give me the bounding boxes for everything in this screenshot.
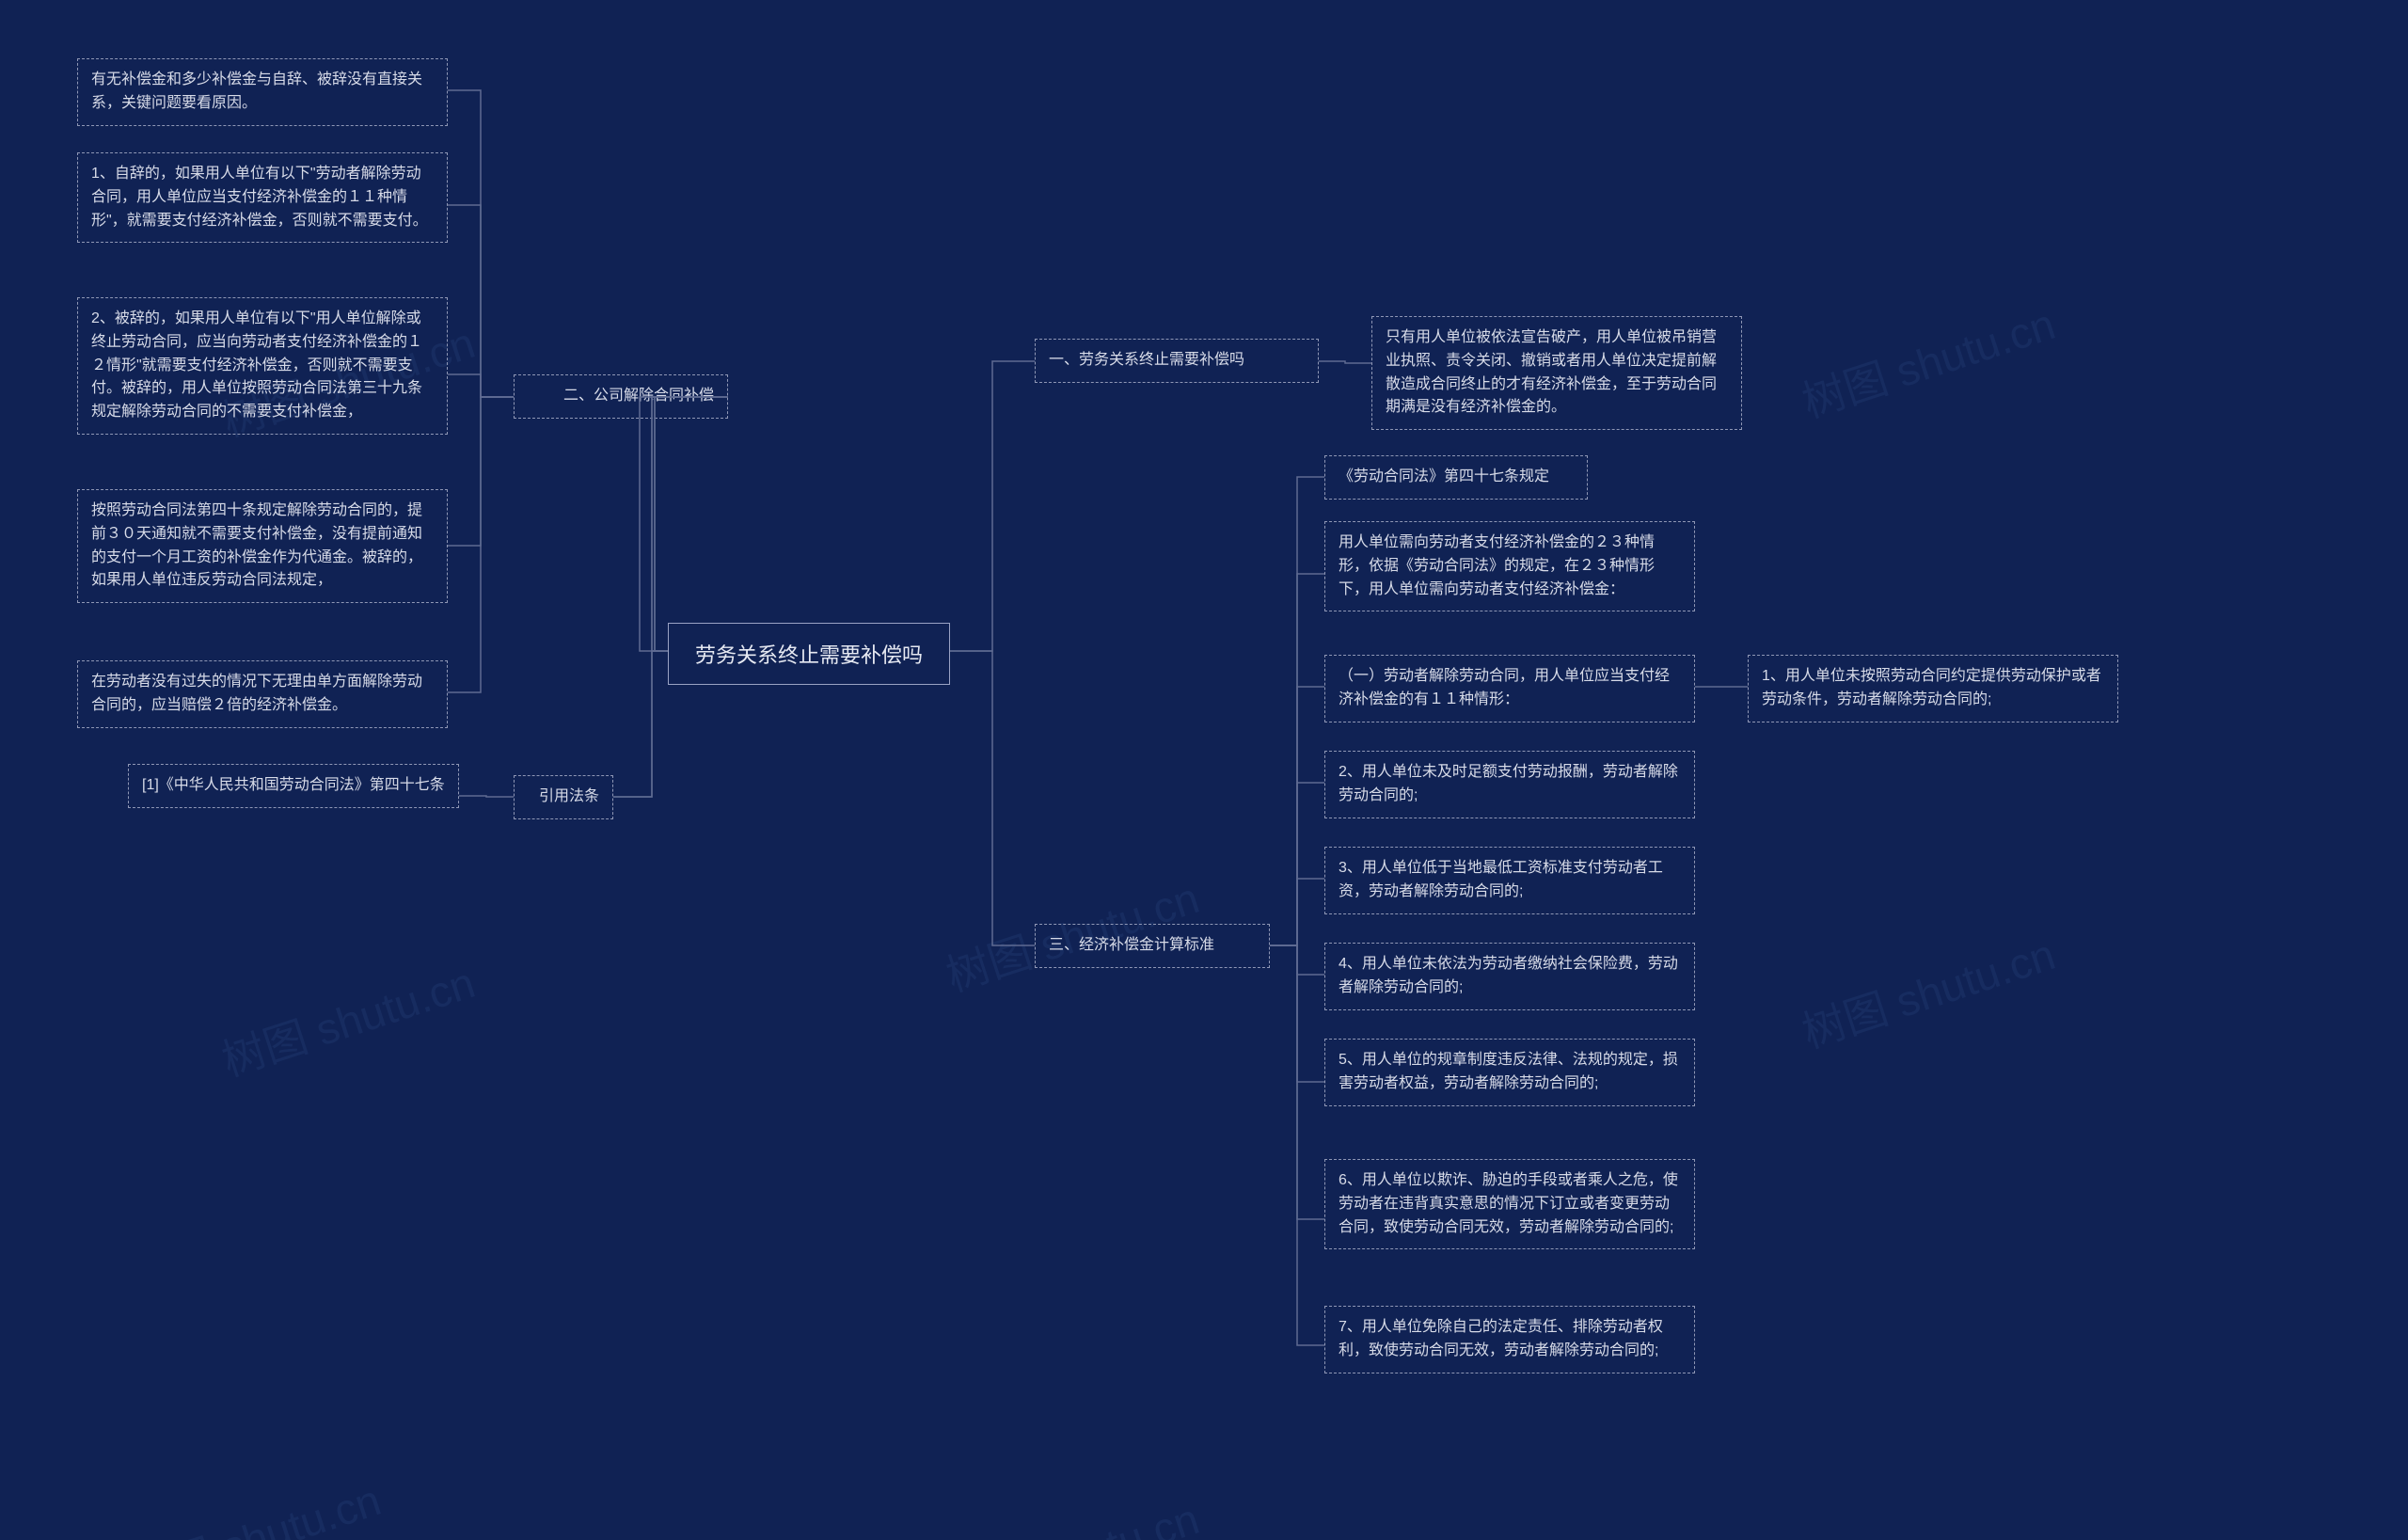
watermark: 树图 shutu.cn <box>119 1467 388 1540</box>
branch-3-label: 三、经济补偿金计算标准 <box>1035 924 1270 968</box>
branch-3-item-8: 6、用人单位以欺诈、胁迫的手段或者乘人之危，使劳动者在违背真实意思的情况下订立或… <box>1324 1159 1695 1249</box>
branch-3-item-6: 4、用人单位未依法为劳动者缴纳社会保险费，劳动者解除劳动合同的; <box>1324 943 1695 1010</box>
branch-3-item-5: 3、用人单位低于当地最低工资标准支付劳动者工资，劳动者解除劳动合同的; <box>1324 847 1695 914</box>
watermark: 树图 shutu.cn <box>1794 291 2062 431</box>
branch-2-label: 二、公司解除合同补偿 <box>514 374 728 419</box>
branch-2-item-2: 1、自辞的，如果用人单位有以下"劳动者解除劳动合同，用人单位应当支付经济补偿金的… <box>77 152 448 243</box>
branch-ref-child: [1]《中华人民共和国劳动合同法》第四十七条 <box>128 764 459 808</box>
branch-2-item-3: 2、被辞的，如果用人单位有以下"用人单位解除或终止劳动合同，应当向劳动者支付经济… <box>77 297 448 435</box>
branch-2-item-5: 在劳动者没有过失的情况下无理由单方面解除劳动合同的，应当赔偿２倍的经济补偿金。 <box>77 660 448 728</box>
watermark: 树图 shutu.cn <box>214 949 482 1089</box>
branch-2-item-1: 有无补偿金和多少补偿金与自辞、被辞没有直接关系，关键问题要看原因。 <box>77 58 448 126</box>
branch-3-item-3-child: 1、用人单位未按照劳动合同约定提供劳动保护或者劳动条件，劳动者解除劳动合同的; <box>1748 655 2118 722</box>
branch-1-label: 一、劳务关系终止需要补偿吗 <box>1035 339 1319 383</box>
branch-3-item-4: 2、用人单位未及时足额支付劳动报酬，劳动者解除劳动合同的; <box>1324 751 1695 818</box>
branch-3-item-7: 5、用人单位的规章制度违反法律、法规的规定，损害劳动者权益，劳动者解除劳动合同的… <box>1324 1039 1695 1106</box>
branch-3-item-1: 《劳动合同法》第四十七条规定 <box>1324 455 1588 500</box>
branch-1-child: 只有用人单位被依法宣告破产，用人单位被吊销营业执照、责令关闭、撤销或者用人单位决… <box>1371 316 1742 430</box>
watermark: 树图 shutu.cn <box>1794 921 2062 1061</box>
watermark: 树图 shutu.cn <box>938 1485 1206 1540</box>
center-topic: 劳务关系终止需要补偿吗 <box>668 623 950 685</box>
branch-3-item-9: 7、用人单位免除自己的法定责任、排除劳动者权利，致使劳动合同无效，劳动者解除劳动… <box>1324 1306 1695 1373</box>
branch-3-item-3: （一）劳动者解除劳动合同，用人单位应当支付经济补偿金的有１１种情形： <box>1324 655 1695 722</box>
branch-3-item-2: 用人单位需向劳动者支付经济补偿金的２３种情形，依据《劳动合同法》的规定，在２３种… <box>1324 521 1695 611</box>
branch-2-item-4: 按照劳动合同法第四十条规定解除劳动合同的，提前３０天通知就不需要支付补偿金，没有… <box>77 489 448 603</box>
branch-ref-label: 引用法条 <box>514 775 613 819</box>
